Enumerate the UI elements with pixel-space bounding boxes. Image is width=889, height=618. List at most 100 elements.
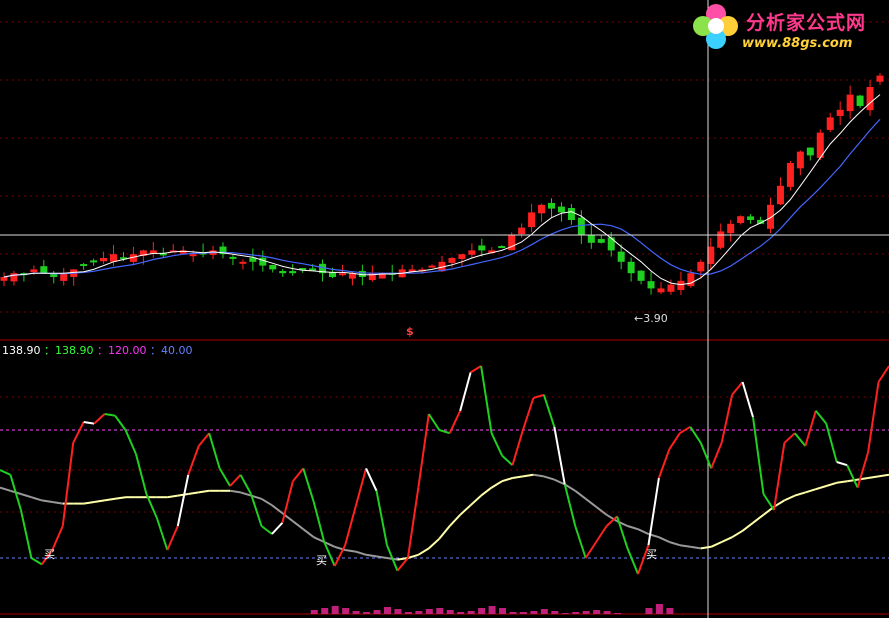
signal-segment xyxy=(229,489,241,494)
min-price-label: ←3.90 xyxy=(634,312,668,325)
oscillator-segment xyxy=(83,421,95,425)
signal-segment xyxy=(41,499,53,503)
volume-bar xyxy=(373,610,381,614)
signal-segment xyxy=(501,477,513,483)
oscillator-segment xyxy=(229,474,242,487)
oscillator-segment xyxy=(877,365,889,383)
signal-segment xyxy=(459,504,472,516)
oscillator-segment xyxy=(166,525,179,551)
candle-body xyxy=(40,266,48,274)
volume-bar xyxy=(310,610,318,614)
oscillator-segment xyxy=(804,410,817,447)
oscillator-segment xyxy=(302,468,315,503)
indicator-header: 138.90 ：138.90 ：120.00 ：40.00 xyxy=(2,342,193,358)
oscillator-segment xyxy=(772,442,786,511)
oscillator-segment xyxy=(794,432,807,447)
signal-segment xyxy=(825,481,837,487)
oscillator-segment xyxy=(93,413,106,425)
candle-body xyxy=(100,258,108,262)
signal-segment xyxy=(0,486,11,492)
oscillator-segment xyxy=(542,394,556,428)
candle-body xyxy=(876,75,884,82)
flower-logo-icon xyxy=(693,4,738,49)
candle-body xyxy=(0,277,8,281)
volume-bar xyxy=(509,612,517,614)
signal-segment xyxy=(669,541,681,547)
signal-segment xyxy=(344,549,356,553)
candle-body xyxy=(279,271,287,274)
oscillator-segment xyxy=(741,381,754,418)
candle-body xyxy=(846,94,854,112)
candle-body xyxy=(229,256,237,259)
oscillator-segment xyxy=(134,453,148,495)
volume-bar xyxy=(572,612,580,614)
volume-bar xyxy=(582,611,590,614)
oscillator-segment xyxy=(354,468,368,508)
candle-body xyxy=(518,227,526,235)
volume-bar xyxy=(436,608,444,614)
oscillator-segment xyxy=(406,487,420,559)
oscillator-segment xyxy=(825,423,838,463)
signal-segment xyxy=(700,545,712,550)
ma-long-line xyxy=(3,118,881,278)
volume-bar xyxy=(655,604,663,614)
oscillator-segment xyxy=(427,413,441,431)
oscillator-segment xyxy=(208,432,221,469)
candle-body xyxy=(538,204,546,214)
indicator-value-1: 138.90 xyxy=(2,344,41,357)
signal-segment xyxy=(574,490,587,500)
signal-segment xyxy=(302,528,315,538)
signal-segment xyxy=(867,475,879,479)
oscillator-segment xyxy=(815,410,828,425)
candle-body xyxy=(239,261,247,264)
candle-body xyxy=(528,212,536,228)
candle-body xyxy=(90,260,98,263)
oscillator-segment xyxy=(595,525,608,543)
stock-chart[interactable] xyxy=(0,0,889,618)
volume-bar xyxy=(478,608,486,614)
signal-segment xyxy=(585,498,597,508)
volume-bar xyxy=(530,611,538,614)
signal-segment xyxy=(731,529,744,539)
oscillator-segment xyxy=(574,525,587,559)
oscillator-segment xyxy=(19,509,33,559)
signal-segment xyxy=(198,489,210,494)
indicator-value-2: ：138.90 xyxy=(44,344,94,357)
signal-segment xyxy=(815,485,827,491)
volume-bar xyxy=(499,608,507,614)
signal-segment xyxy=(878,473,889,478)
oscillator-segment xyxy=(657,448,671,479)
signal-segment xyxy=(847,478,858,483)
signal-segment xyxy=(836,480,848,484)
candle-body xyxy=(806,147,814,156)
volume-bar xyxy=(383,607,391,614)
watermark-title: 分析家公式网 xyxy=(746,12,867,34)
volume-bar xyxy=(561,613,569,614)
signal-segment xyxy=(20,493,32,499)
candle-body xyxy=(478,245,486,251)
oscillator-segment xyxy=(260,525,273,535)
candle-body xyxy=(329,272,336,277)
volume-bar xyxy=(446,610,454,614)
oscillator-segment xyxy=(836,461,848,467)
candle-body xyxy=(836,109,844,116)
signal-segment xyxy=(31,496,43,502)
signal-segment xyxy=(260,497,273,507)
oscillator-segment xyxy=(9,474,22,511)
oscillator-segment xyxy=(72,421,85,444)
oscillator-segment xyxy=(312,501,326,543)
candle-body xyxy=(727,223,735,234)
volume-bar xyxy=(404,612,412,614)
oscillator-segment xyxy=(710,442,723,469)
candle-body xyxy=(607,237,615,251)
signal-segment xyxy=(805,488,817,494)
candle-body xyxy=(717,231,725,248)
oscillator-segment xyxy=(218,467,231,487)
candle-body xyxy=(677,280,685,291)
candle-body xyxy=(647,281,655,289)
oscillator-segment xyxy=(731,381,744,396)
signal-segment xyxy=(522,473,534,478)
candle-body xyxy=(767,204,774,229)
buy-label: 买 xyxy=(316,554,327,567)
oscillator-segment xyxy=(699,442,713,469)
